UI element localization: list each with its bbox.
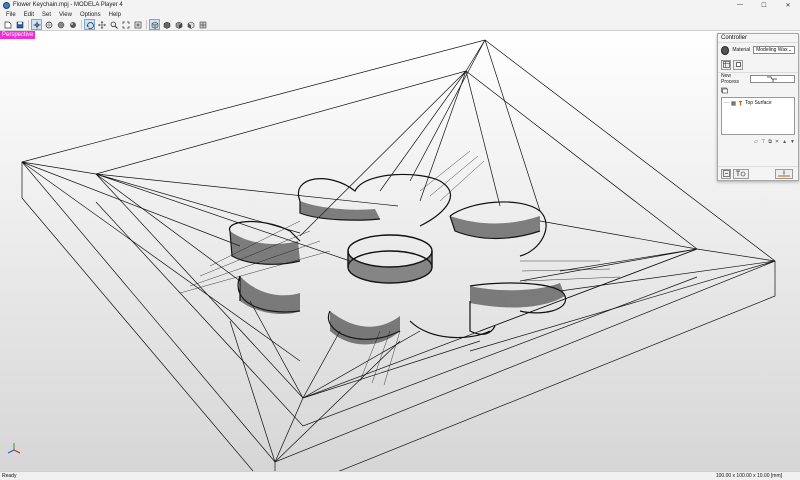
maximize-button[interactable]: ☐ xyxy=(752,0,776,10)
model-tools-row xyxy=(718,57,798,73)
shaded-cube-icon[interactable] xyxy=(173,19,184,30)
fit-icon[interactable] xyxy=(120,19,131,30)
material-row: Material Modeling Wax ⌄ xyxy=(718,43,798,57)
preview-icon[interactable] xyxy=(721,168,731,179)
solid-cube-icon[interactable] xyxy=(161,19,172,30)
save-icon[interactable] xyxy=(14,19,25,30)
toolbar-separator xyxy=(146,20,147,29)
app-icon xyxy=(3,1,10,9)
menu-bar: File Edit Set View Options Help xyxy=(0,10,800,19)
move-view-icon[interactable] xyxy=(31,19,42,30)
tool-path-icon xyxy=(767,76,778,82)
cutting-preview-icon[interactable] xyxy=(733,168,749,179)
controller-title: Controller xyxy=(718,34,798,43)
side-cube-icon[interactable] xyxy=(185,19,196,30)
toolbar xyxy=(0,19,800,31)
new-process-label: New Process xyxy=(721,73,740,85)
menu-set[interactable]: Set xyxy=(38,12,55,18)
material-value: Modeling Wax xyxy=(756,47,788,53)
minimize-button[interactable]: — xyxy=(728,0,752,10)
menu-file[interactable]: File xyxy=(2,12,20,18)
grid-cube-icon[interactable] xyxy=(197,19,208,30)
sphere-view-icon[interactable] xyxy=(55,19,66,30)
new-process-button[interactable] xyxy=(749,75,795,83)
cut-icon[interactable] xyxy=(775,168,793,179)
fit-all-icon[interactable] xyxy=(132,19,143,30)
menu-edit[interactable]: Edit xyxy=(20,12,38,18)
material-select[interactable]: Modeling Wax ⌄ xyxy=(753,46,795,54)
chevron-down-icon: ⌄ xyxy=(787,47,792,53)
toolbar-separator xyxy=(81,20,82,29)
status-text: Ready xyxy=(2,473,17,479)
tree-connector: --- xyxy=(724,100,729,106)
model-dimensions: 100.00 x 100.00 x 10.00 [mm] xyxy=(715,473,782,479)
copy-icon[interactable]: ⧉ xyxy=(768,139,772,145)
process-list-icon xyxy=(721,87,728,93)
process-tree: --- Top Surface xyxy=(721,97,795,135)
process-item[interactable]: --- Top Surface xyxy=(724,100,792,106)
material-label: Material xyxy=(732,47,751,53)
delete-icon[interactable]: ✕ xyxy=(775,139,779,145)
process-list-header xyxy=(718,85,798,95)
move-up-icon[interactable]: ▲ xyxy=(782,139,787,145)
3d-viewport[interactable]: Perspective xyxy=(0,31,800,471)
axis-indicator-icon xyxy=(7,443,21,454)
toolbar-separator xyxy=(28,20,29,29)
controller-footer xyxy=(718,166,798,180)
pan-icon[interactable] xyxy=(96,19,107,30)
menu-view[interactable]: View xyxy=(55,12,76,18)
new-process-row: New Process xyxy=(718,73,798,85)
close-button[interactable]: ✕ xyxy=(776,0,800,10)
wireframe-cube-icon[interactable] xyxy=(149,19,160,30)
zoom-icon[interactable] xyxy=(108,19,119,30)
menu-help[interactable]: Help xyxy=(105,12,125,18)
render-icon[interactable] xyxy=(67,19,78,30)
tool-icon xyxy=(739,100,742,105)
new-file-icon[interactable] xyxy=(2,19,13,30)
menu-options[interactable]: Options xyxy=(76,12,105,18)
model-settings-icon[interactable] xyxy=(721,59,731,70)
process-tools: ▱ ⊤ ⧉ ✕ ▲ ▼ xyxy=(718,137,798,147)
model-size-icon[interactable] xyxy=(733,59,743,70)
move-down-icon[interactable]: ▼ xyxy=(790,139,795,145)
controller-panel: Controller Material Modeling Wax ⌄ New P… xyxy=(717,33,799,181)
material-icon xyxy=(721,45,730,55)
edit-process-icon[interactable]: ▱ xyxy=(754,139,758,145)
rotate-view-icon[interactable] xyxy=(43,19,54,30)
window-title: Flower Keychain.mpj - MODELA Player 4 xyxy=(13,2,123,8)
orbit-icon[interactable] xyxy=(84,19,95,30)
process-label: Top Surface xyxy=(745,100,772,106)
window-controls: — ☐ ✕ xyxy=(728,0,800,10)
tool-change-icon[interactable]: ⊤ xyxy=(761,139,765,145)
title-bar: Flower Keychain.mpj - MODELA Player 4 — … xyxy=(0,0,800,10)
wireframe-model xyxy=(21,39,776,471)
perspective-label: Perspective xyxy=(0,31,36,39)
status-bar: Ready 100.00 x 100.00 x 10.00 [mm] xyxy=(0,471,800,480)
surface-icon xyxy=(731,100,736,106)
